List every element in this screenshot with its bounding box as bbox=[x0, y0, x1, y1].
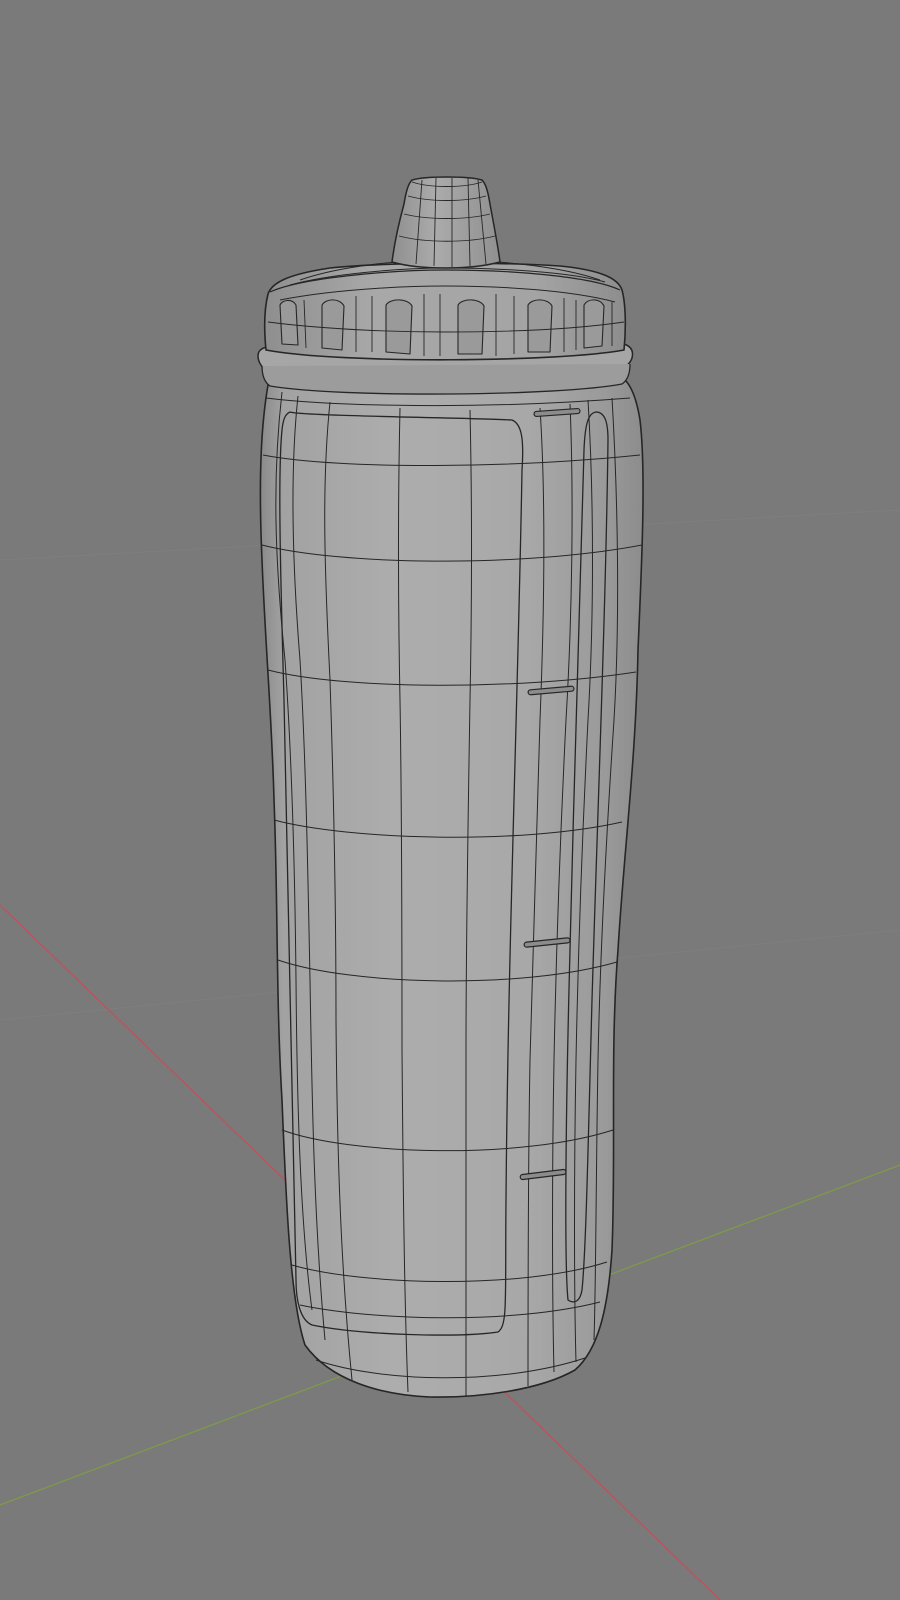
bottle-nozzle bbox=[391, 176, 501, 269]
collar-lower-band bbox=[261, 363, 631, 395]
3d-viewport[interactable] bbox=[0, 0, 900, 1600]
bottle-mesh[interactable] bbox=[257, 176, 644, 1398]
